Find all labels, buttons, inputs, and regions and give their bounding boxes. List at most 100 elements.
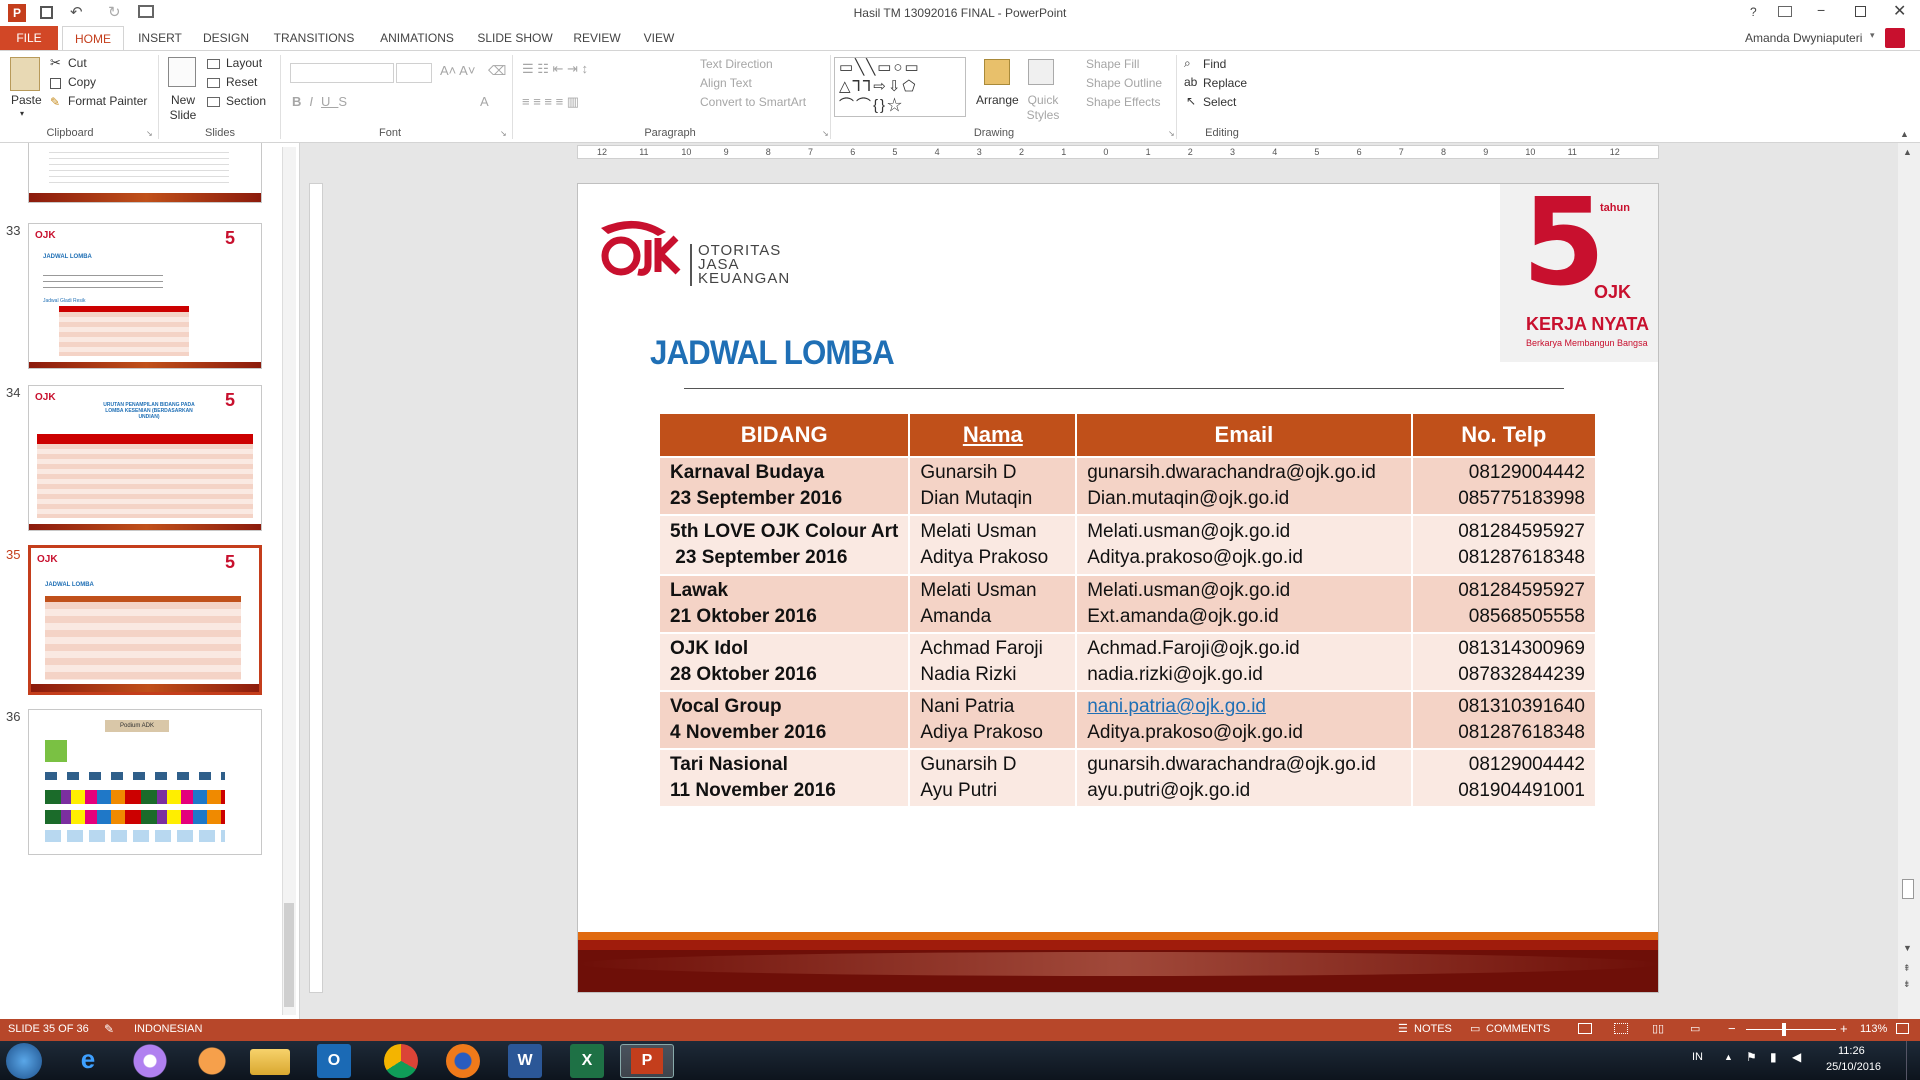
zoom-out-button[interactable]: −: [1728, 1021, 1736, 1036]
bullets-icon[interactable]: ☰ ☷ ⇤ ⇥ ↕: [522, 61, 588, 77]
arrange-icon[interactable]: [984, 59, 1010, 85]
previous-slide-button[interactable]: ⇞: [1903, 963, 1911, 974]
new-slide-button[interactable]: New Slide: [165, 93, 201, 123]
scroll-down-button[interactable]: ▼: [1903, 943, 1912, 953]
ribbon-display-icon[interactable]: [1778, 6, 1792, 17]
slide-thumbnail-35[interactable]: OJK 5 JADWAL LOMBA: [28, 545, 262, 695]
spellcheck-icon[interactable]: ✎: [104, 1022, 114, 1036]
network-icon[interactable]: ▮: [1770, 1050, 1777, 1064]
help-button[interactable]: ?: [1750, 5, 1757, 19]
reset-button[interactable]: Reset: [226, 75, 257, 89]
restore-button[interactable]: [1855, 6, 1866, 17]
file-explorer-icon[interactable]: [250, 1049, 290, 1075]
slideshow-icon[interactable]: ▭: [1690, 1022, 1700, 1035]
convert-smartart-button[interactable]: Convert to SmartArt: [700, 95, 806, 109]
itunes-icon[interactable]: [126, 1044, 174, 1078]
font-size-box[interactable]: [396, 63, 432, 83]
shape-fill-button[interactable]: Shape Fill: [1086, 57, 1139, 71]
align-icons[interactable]: ≡ ≡ ≡ ≡ ▥: [522, 94, 579, 110]
normal-view-icon[interactable]: [1578, 1023, 1592, 1034]
replace-button[interactable]: Replace: [1203, 76, 1247, 90]
tab-view[interactable]: VIEW: [634, 26, 684, 50]
scroll-thumb[interactable]: [284, 903, 294, 1007]
scroll-up-button[interactable]: ▲: [1903, 147, 1912, 157]
find-button[interactable]: Find: [1203, 57, 1226, 71]
tab-design[interactable]: DESIGN: [196, 26, 256, 50]
font-size-buttons[interactable]: A˄ A˅: [440, 63, 475, 78]
tab-home[interactable]: HOME: [62, 26, 124, 50]
powerpoint-taskbar-icon[interactable]: P: [620, 1044, 674, 1078]
tab-review[interactable]: REVIEW: [568, 26, 626, 50]
dialog-launcher-icon[interactable]: ↘: [1168, 129, 1175, 138]
collapse-ribbon-icon[interactable]: ▲: [1900, 129, 1909, 139]
start-button[interactable]: [6, 1043, 42, 1079]
vertical-scrollbar[interactable]: ▲ ▼ ⇞ ⇟: [1898, 143, 1920, 1019]
action-center-icon[interactable]: ⚑: [1746, 1050, 1757, 1064]
notes-button[interactable]: NOTES: [1414, 1023, 1452, 1035]
cut-button[interactable]: Cut: [68, 56, 87, 70]
word-icon[interactable]: W: [508, 1044, 542, 1078]
tab-transitions[interactable]: TRANSITIONS: [266, 26, 362, 50]
copy-button[interactable]: Copy: [68, 75, 96, 89]
paste-icon[interactable]: [10, 57, 40, 91]
tab-file[interactable]: FILE: [0, 26, 58, 50]
reading-view-icon[interactable]: ▯▯: [1652, 1022, 1664, 1035]
zoom-slider-thumb[interactable]: [1782, 1023, 1786, 1036]
avatar[interactable]: [1885, 28, 1905, 48]
user-name[interactable]: Amanda Dwyniaputeri: [1745, 31, 1862, 45]
font-color-icon[interactable]: A: [480, 94, 489, 109]
volume-icon[interactable]: ◀: [1792, 1050, 1801, 1064]
font-name-box[interactable]: [290, 63, 394, 83]
tab-animations[interactable]: ANIMATIONS: [372, 26, 462, 50]
select-button[interactable]: Select: [1203, 95, 1236, 109]
text-direction-button[interactable]: Text Direction: [700, 57, 773, 71]
tray-expand-icon[interactable]: ▲: [1724, 1052, 1733, 1062]
dialog-launcher-icon[interactable]: ↘: [822, 129, 829, 138]
close-button[interactable]: ✕: [1893, 1, 1906, 21]
fit-slide-icon[interactable]: [1896, 1023, 1909, 1034]
font-format-buttons[interactable]: BIUS: [292, 94, 355, 109]
slide-thumbnail-34[interactable]: OJK 5 URUTAN PENAMPILAN BIDANG PADA LOMB…: [28, 385, 262, 531]
dialog-launcher-icon[interactable]: ↘: [500, 129, 507, 138]
ie-icon[interactable]: e: [64, 1044, 112, 1078]
quick-styles-icon[interactable]: [1028, 59, 1054, 85]
tab-slide-show[interactable]: SLIDE SHOW: [470, 26, 560, 50]
tab-insert[interactable]: INSERT: [134, 26, 186, 50]
scroll-thumb[interactable]: [1902, 879, 1914, 899]
layout-button[interactable]: Layout: [226, 56, 262, 70]
excel-icon[interactable]: X: [570, 1044, 604, 1078]
media-player-icon[interactable]: [188, 1044, 236, 1078]
slide-sorter-icon[interactable]: [1614, 1023, 1628, 1034]
show-desktop-button[interactable]: [1906, 1041, 1920, 1080]
section-button[interactable]: Section: [226, 94, 266, 108]
minimize-button[interactable]: −: [1817, 2, 1825, 18]
slide[interactable]: OTORITAS JASA KEUANGAN 5 tahun OJK KERJA…: [577, 183, 1659, 993]
paste-button[interactable]: Paste: [11, 93, 42, 107]
clear-format-icon[interactable]: ⌫: [488, 63, 506, 79]
zoom-slider[interactable]: [1746, 1029, 1836, 1030]
outlook-icon[interactable]: O: [317, 1044, 351, 1078]
comments-button[interactable]: COMMENTS: [1486, 1023, 1550, 1035]
slide-thumbnail-32[interactable]: [28, 143, 262, 203]
format-painter-button[interactable]: Format Painter: [68, 94, 147, 108]
shape-effects-button[interactable]: Shape Effects: [1086, 95, 1161, 109]
clock-date[interactable]: 25/10/2016: [1826, 1061, 1881, 1073]
dialog-launcher-icon[interactable]: ↘: [146, 129, 153, 138]
shapes-gallery[interactable]: ▭╲╲▭○▭ △⅂⅂⇨⇩⬠ ⌒⌒{}☆: [834, 57, 966, 117]
input-language[interactable]: IN: [1692, 1051, 1703, 1063]
quick-styles-button[interactable]: Quick Styles: [1022, 93, 1064, 123]
firefox-icon[interactable]: [446, 1044, 480, 1078]
zoom-level[interactable]: 113%: [1860, 1023, 1887, 1035]
slide-thumbnail-33[interactable]: OJK 5 JADWAL LOMBA Jadwal Gladi Resik: [28, 223, 262, 369]
slide-thumbnail-36[interactable]: Podium ADK: [28, 709, 262, 855]
shape-outline-button[interactable]: Shape Outline: [1086, 76, 1162, 90]
next-slide-button[interactable]: ⇟: [1903, 979, 1911, 990]
chrome-icon[interactable]: [384, 1044, 418, 1078]
zoom-in-button[interactable]: +: [1840, 1021, 1848, 1036]
clock-time[interactable]: 11:26: [1838, 1045, 1865, 1057]
cell-email-line[interactable]: nani.patria@ojk.go.id: [1087, 694, 1400, 720]
arrange-button[interactable]: Arrange: [976, 93, 1019, 107]
thumbnail-scrollbar[interactable]: [282, 147, 296, 1015]
new-slide-icon[interactable]: [168, 57, 196, 87]
language-indicator[interactable]: INDONESIAN: [134, 1023, 202, 1035]
